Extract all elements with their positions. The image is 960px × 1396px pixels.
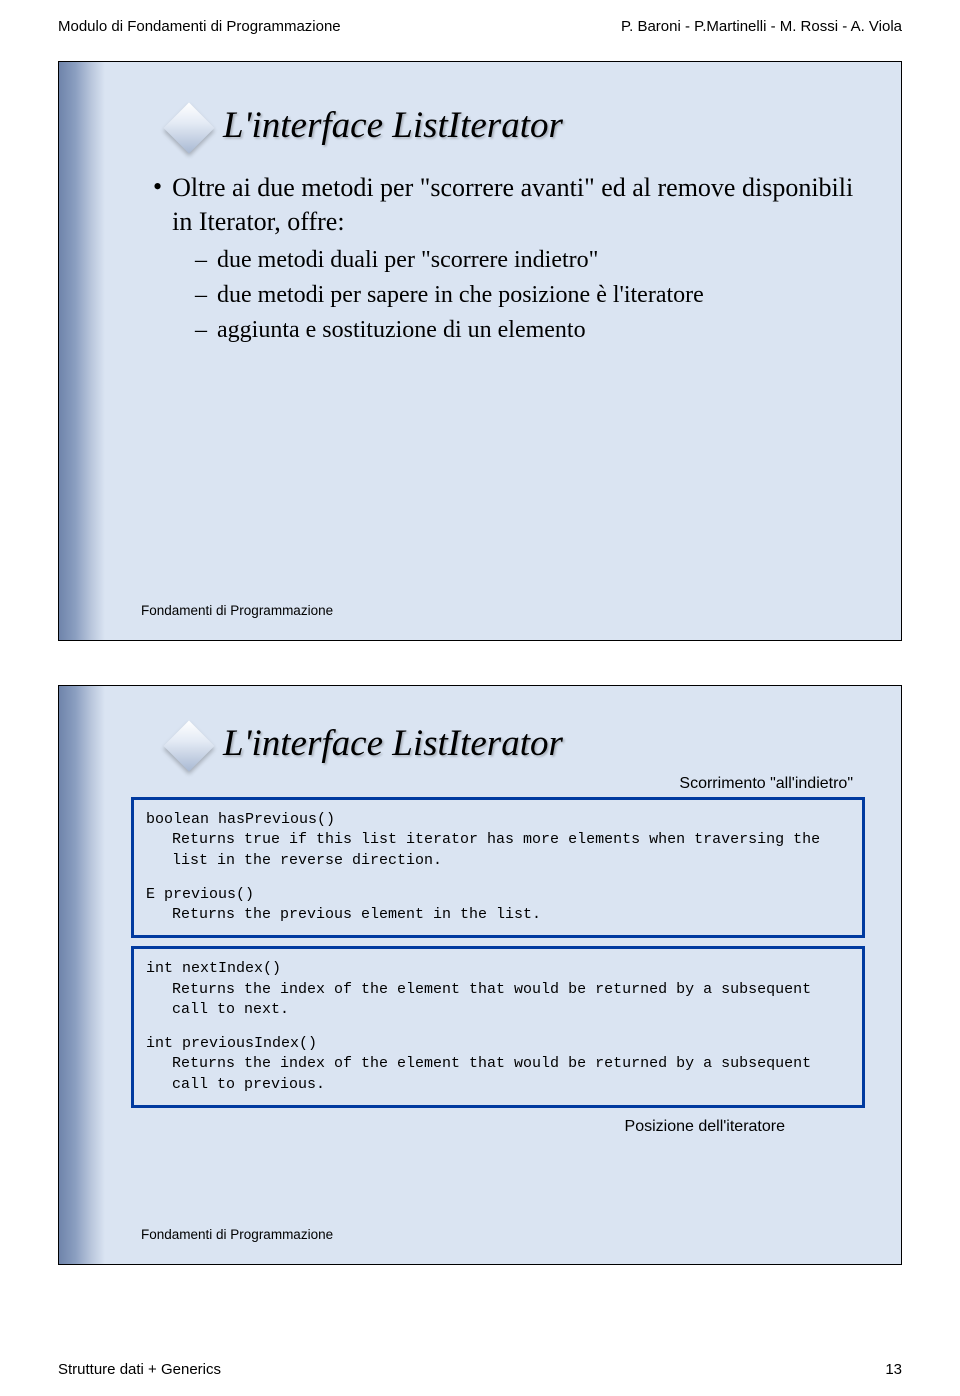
bullet-text: Oltre ai due metodi per "scorrere avanti… bbox=[172, 171, 865, 239]
page-header: Modulo di Fondamenti di Programmazione P… bbox=[58, 18, 902, 35]
slide-2-body: Scorrimento "all'indietro" boolean hasPr… bbox=[131, 779, 865, 1134]
annotation-scroll-back: Scorrimento "all'indietro" bbox=[679, 775, 853, 793]
slide-2-footnote: Fondamenti di Programmazione bbox=[141, 1227, 333, 1242]
header-left: Modulo di Fondamenti di Programmazione bbox=[58, 18, 341, 35]
bullet-dot-icon: • bbox=[153, 171, 162, 239]
slide-accent-bar bbox=[59, 686, 105, 1264]
code-box-scroll: boolean hasPrevious() Returns true if th… bbox=[131, 797, 865, 938]
bullet-level-2: – aggiunta e sostituzione di un elemento bbox=[195, 315, 865, 346]
bullet-text: due metodi per sapere in che posizione è… bbox=[217, 280, 704, 311]
footer-left: Strutture dati + Generics bbox=[58, 1361, 221, 1378]
dash-icon: – bbox=[195, 280, 207, 311]
code-line: Returns the index of the element that wo… bbox=[146, 980, 850, 1021]
code-box-index: int nextIndex() Returns the index of the… bbox=[131, 946, 865, 1108]
dash-icon: – bbox=[195, 245, 207, 276]
slide-2: L'interface ListIterator Scorrimento "al… bbox=[58, 685, 902, 1265]
code-line: boolean hasPrevious() bbox=[146, 810, 850, 830]
slide-1-bullets: • Oltre ai due metodi per "scorrere avan… bbox=[153, 171, 865, 346]
diamond-icon bbox=[164, 102, 215, 153]
bullet-level-1: • Oltre ai due metodi per "scorrere avan… bbox=[153, 171, 865, 239]
page: Modulo di Fondamenti di Programmazione P… bbox=[0, 0, 960, 1396]
slide-2-title-row: L'interface ListIterator bbox=[171, 722, 865, 765]
bullet-text: aggiunta e sostituzione di un elemento bbox=[217, 315, 586, 346]
bullet-level-2: – due metodi duali per "scorrere indietr… bbox=[195, 245, 865, 276]
code-line: Returns the previous element in the list… bbox=[146, 905, 850, 925]
footer-page-number: 13 bbox=[885, 1361, 902, 1378]
slide-accent-bar bbox=[59, 62, 105, 640]
code-line: int nextIndex() bbox=[146, 959, 850, 979]
slide-1-title: L'interface ListIterator bbox=[223, 104, 563, 147]
slide-1-footnote: Fondamenti di Programmazione bbox=[141, 603, 333, 618]
annotation-iterator-position: Posizione dell'iteratore bbox=[91, 1118, 785, 1136]
code-line: int previousIndex() bbox=[146, 1034, 850, 1054]
slide-2-content: L'interface ListIterator Scorrimento "al… bbox=[131, 722, 865, 1134]
bullet-text: due metodi duali per "scorrere indietro" bbox=[217, 245, 598, 276]
slide-1-content: L'interface ListIterator • Oltre ai due … bbox=[131, 104, 865, 346]
page-footer: Strutture dati + Generics 13 bbox=[58, 1361, 902, 1378]
code-line: Returns the index of the element that wo… bbox=[146, 1054, 850, 1095]
header-right: P. Baroni - P.Martinelli - M. Rossi - A.… bbox=[621, 18, 902, 35]
slide-1-title-row: L'interface ListIterator bbox=[171, 104, 865, 147]
dash-icon: – bbox=[195, 315, 207, 346]
slide-2-title: L'interface ListIterator bbox=[223, 722, 563, 765]
bullet-level-2: – due metodi per sapere in che posizione… bbox=[195, 280, 865, 311]
slide-1: L'interface ListIterator • Oltre ai due … bbox=[58, 61, 902, 641]
code-line: E previous() bbox=[146, 885, 850, 905]
code-line: Returns true if this list iterator has m… bbox=[146, 830, 850, 871]
diamond-icon bbox=[164, 720, 215, 771]
